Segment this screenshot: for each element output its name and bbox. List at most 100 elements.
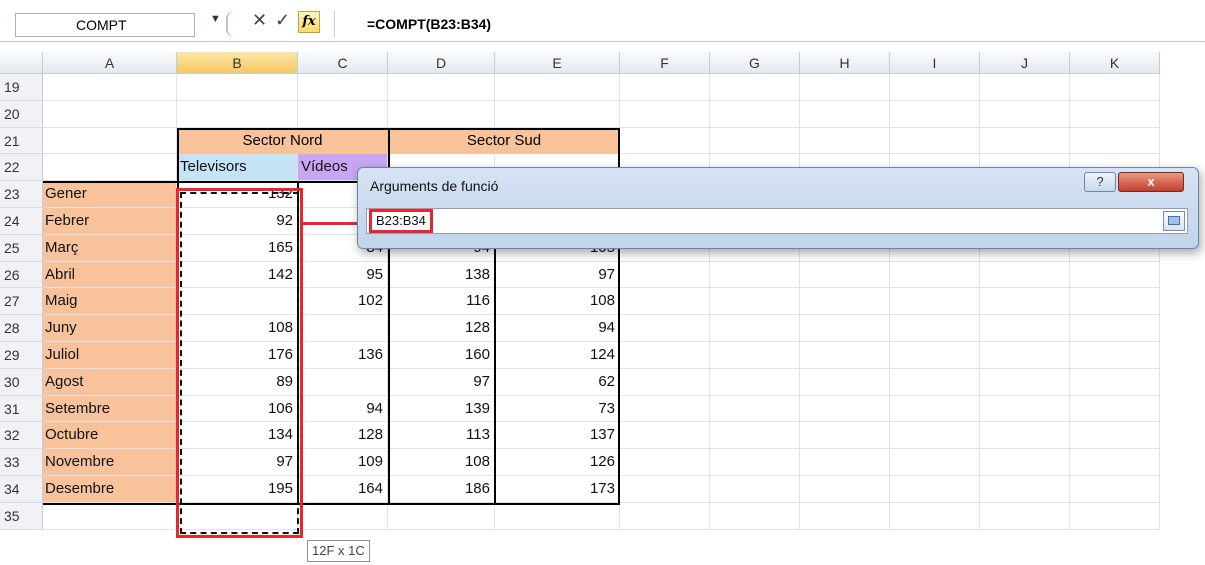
formula-input[interactable]: =COMPT(B23:B34) (334, 11, 1205, 37)
column-header-d[interactable]: D (388, 52, 495, 74)
grid-cell[interactable] (890, 261, 980, 289)
grid-cell[interactable] (620, 449, 710, 476)
row-header-20[interactable]: 20 (0, 100, 43, 128)
value-cell[interactable]: 138 (388, 261, 495, 289)
name-box[interactable]: COMPT (15, 13, 195, 37)
value-cell[interactable]: 97 (495, 261, 620, 289)
grid-cell[interactable] (980, 100, 1070, 128)
value-cell[interactable] (298, 368, 388, 396)
grid-cell[interactable] (43, 127, 177, 155)
grid-cell[interactable] (890, 502, 980, 530)
month-cell[interactable]: Setembre (43, 395, 177, 423)
grid-cell[interactable] (890, 449, 980, 476)
grid-cell[interactable] (980, 342, 1070, 369)
cancel-icon[interactable]: ✕ (252, 10, 267, 31)
grid-cell[interactable] (710, 74, 800, 101)
row-header-23[interactable]: 23 (0, 181, 43, 208)
grid-cell[interactable] (1070, 288, 1160, 316)
row-header-25[interactable]: 25 (0, 234, 43, 262)
grid-cell[interactable] (620, 100, 710, 128)
grid-cell[interactable] (43, 502, 177, 530)
value-cell[interactable]: 109 (298, 449, 388, 476)
expand-dialog-button[interactable] (1163, 211, 1185, 231)
grid-cell[interactable] (890, 476, 980, 503)
row-header-34[interactable]: 34 (0, 476, 43, 503)
grid-cell[interactable] (980, 368, 1070, 396)
header-televisors[interactable]: Televisors (177, 154, 298, 182)
grid-cell[interactable] (980, 476, 1070, 503)
column-header-f[interactable]: F (620, 52, 710, 74)
column-header-e[interactable]: E (495, 52, 620, 74)
grid-cell[interactable] (388, 502, 495, 530)
grid-cell[interactable] (620, 261, 710, 289)
row-header-24[interactable]: 24 (0, 208, 43, 235)
row-header-35[interactable]: 35 (0, 502, 43, 530)
grid-cell[interactable] (1070, 74, 1160, 101)
grid-cell[interactable] (710, 288, 800, 316)
month-cell[interactable]: Novembre (43, 449, 177, 476)
header-sector-nord[interactable]: Sector Nord (177, 127, 388, 155)
grid-cell[interactable] (388, 100, 495, 128)
grid-cell[interactable] (710, 127, 800, 155)
grid-cell[interactable] (710, 395, 800, 423)
close-button[interactable]: x (1118, 172, 1184, 192)
grid-cell[interactable] (890, 288, 980, 316)
grid-cell[interactable] (890, 368, 980, 396)
month-cell[interactable]: Desembre (43, 476, 177, 503)
grid-cell[interactable] (1070, 502, 1160, 530)
grid-cell[interactable] (388, 74, 495, 101)
grid-cell[interactable] (1070, 368, 1160, 396)
chevron-down-icon[interactable]: ▼ (210, 13, 221, 25)
header-sector-sud[interactable]: Sector Sud (388, 127, 620, 155)
grid-cell[interactable] (495, 74, 620, 101)
grid-cell[interactable] (495, 100, 620, 128)
column-header-h[interactable]: H (800, 52, 890, 74)
grid-cell[interactable] (1070, 342, 1160, 369)
row-header-22[interactable]: 22 (0, 154, 43, 182)
grid-cell[interactable] (890, 127, 980, 155)
grid-cell[interactable] (890, 422, 980, 450)
grid-cell[interactable] (1070, 127, 1160, 155)
grid-cell[interactable] (980, 261, 1070, 289)
grid-cell[interactable] (298, 100, 388, 128)
insert-function-button[interactable]: fx (298, 11, 320, 33)
grid-cell[interactable] (1070, 449, 1160, 476)
grid-cell[interactable] (43, 74, 177, 101)
grid-cell[interactable] (980, 127, 1070, 155)
row-header-21[interactable]: 21 (0, 127, 43, 155)
column-header-g[interactable]: G (710, 52, 800, 74)
grid-cell[interactable] (710, 476, 800, 503)
row-header-29[interactable]: 29 (0, 342, 43, 369)
value-cell[interactable]: 173 (495, 476, 620, 503)
grid-cell[interactable] (890, 74, 980, 101)
grid-cell[interactable] (710, 502, 800, 530)
value-cell[interactable]: 113 (388, 422, 495, 450)
grid-cell[interactable] (890, 342, 980, 369)
row-header-31[interactable]: 31 (0, 395, 43, 423)
grid-cell[interactable] (1070, 476, 1160, 503)
grid-cell[interactable] (980, 502, 1070, 530)
grid-cell[interactable] (980, 74, 1070, 101)
column-header-j[interactable]: J (980, 52, 1070, 74)
grid-cell[interactable] (43, 100, 177, 128)
grid-cell[interactable] (1070, 395, 1160, 423)
month-cell[interactable]: Juny (43, 315, 177, 342)
grid-cell[interactable] (800, 395, 890, 423)
grid-cell[interactable] (177, 100, 298, 128)
grid-cell[interactable] (980, 288, 1070, 316)
grid-cell[interactable] (298, 502, 388, 530)
grid-cell[interactable] (710, 342, 800, 369)
grid-cell[interactable] (890, 100, 980, 128)
grid-cell[interactable] (1070, 422, 1160, 450)
grid-cell[interactable] (800, 476, 890, 503)
grid-cell[interactable] (620, 342, 710, 369)
column-header-i[interactable]: I (890, 52, 980, 74)
grid-cell[interactable] (980, 395, 1070, 423)
grid-cell[interactable] (620, 502, 710, 530)
grid-cell[interactable] (710, 422, 800, 450)
grid-cell[interactable] (298, 74, 388, 101)
grid-cell[interactable] (620, 288, 710, 316)
grid-cell[interactable] (800, 342, 890, 369)
value-cell[interactable]: 73 (495, 395, 620, 423)
row-header-19[interactable]: 19 (0, 74, 43, 101)
